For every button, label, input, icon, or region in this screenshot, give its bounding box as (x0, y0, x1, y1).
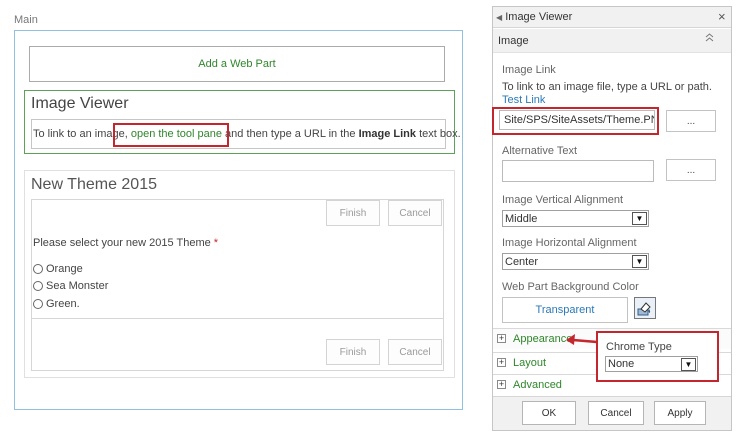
message-bold-text: Image Link (358, 128, 417, 140)
expand-icon[interactable]: + (497, 358, 506, 367)
chrome-type-label: Chrome Type (606, 341, 672, 353)
horizontal-alignment-value: Center (505, 255, 539, 268)
radio-button[interactable] (33, 281, 43, 291)
ok-button[interactable]: OK (522, 401, 576, 425)
option-label: Green. (46, 298, 80, 310)
theme-question-text: Please select your new 2015 Theme (33, 237, 211, 249)
expand-icon[interactable]: + (497, 380, 506, 389)
layout-section-label[interactable]: Layout (513, 357, 546, 369)
tool-pane-title: ◀ Image Viewer (496, 11, 572, 23)
image-link-browse-button[interactable]: ... (666, 110, 716, 132)
vertical-alignment-label: Image Vertical Alignment (502, 194, 624, 206)
chrome-type-select[interactable]: None ▼ (605, 356, 698, 372)
new-theme-title: New Theme 2015 (31, 176, 157, 193)
theme-option-green[interactable]: Green. (33, 298, 80, 310)
finish-button-bottom[interactable]: Finish (326, 339, 380, 365)
message-text-after: text box. (416, 128, 461, 140)
theme-form-divider (31, 318, 444, 319)
image-section-title: Image (498, 35, 529, 47)
apply-button[interactable]: Apply (654, 401, 706, 425)
collapse-icon[interactable] (705, 33, 714, 46)
alt-text-input[interactable] (502, 160, 654, 182)
test-link[interactable]: Test Link (502, 94, 545, 106)
horizontal-alignment-select[interactable]: Center ▼ (502, 253, 649, 270)
add-web-part-button[interactable]: Add a Web Part (29, 46, 445, 82)
option-label: Sea Monster (46, 280, 109, 292)
chevron-down-icon[interactable]: ▼ (632, 255, 647, 268)
horizontal-alignment-label: Image Horizontal Alignment (502, 237, 637, 249)
background-color-button[interactable]: Transparent (502, 297, 628, 323)
theme-option-orange[interactable]: Orange (33, 263, 83, 275)
option-label: Orange (46, 263, 83, 275)
vertical-alignment-select[interactable]: Middle ▼ (502, 210, 649, 227)
message-text-middle: and then type a URL in the (221, 128, 359, 140)
image-link-label: Image Link (502, 64, 556, 76)
radio-button[interactable] (33, 264, 43, 274)
background-color-label: Web Part Background Color (502, 281, 639, 293)
radio-button[interactable] (33, 299, 43, 309)
chrome-type-value: None (608, 358, 635, 370)
image-viewer-title: Image Viewer (31, 95, 129, 112)
chevron-down-icon[interactable]: ▼ (632, 212, 647, 225)
close-icon[interactable]: × (718, 9, 726, 24)
vertical-alignment-value: Middle (505, 212, 538, 225)
required-marker: * (210, 237, 219, 249)
cancel-button-top[interactable]: Cancel (388, 200, 442, 226)
theme-question: Please select your new 2015 Theme * (33, 237, 218, 249)
chevron-down-icon[interactable]: ▼ (681, 358, 696, 371)
back-arrow-icon[interactable]: ◀ (496, 13, 502, 22)
callout-arrow-icon (566, 334, 598, 345)
zone-title: Main (14, 14, 38, 26)
finish-button-top[interactable]: Finish (326, 200, 380, 226)
image-section-header[interactable] (493, 29, 731, 53)
alt-text-label: Alternative Text (502, 145, 578, 157)
advanced-section-label[interactable]: Advanced (513, 379, 562, 391)
alt-text-browse-button[interactable]: ... (666, 159, 716, 181)
image-link-help: To link to an image file, type a URL or … (502, 81, 712, 93)
tool-pane-link-highlight (113, 123, 229, 147)
image-link-highlight (492, 107, 659, 135)
image-viewer-message: To link to an image, open the tool pane … (33, 128, 461, 140)
cancel-button-bottom[interactable]: Cancel (388, 339, 442, 365)
color-picker-icon[interactable] (634, 297, 656, 319)
tool-pane-title-text: Image Viewer (505, 11, 573, 23)
theme-option-sea-monster[interactable]: Sea Monster (33, 280, 108, 292)
cancel-button[interactable]: Cancel (588, 401, 644, 425)
expand-icon[interactable]: + (497, 334, 506, 343)
